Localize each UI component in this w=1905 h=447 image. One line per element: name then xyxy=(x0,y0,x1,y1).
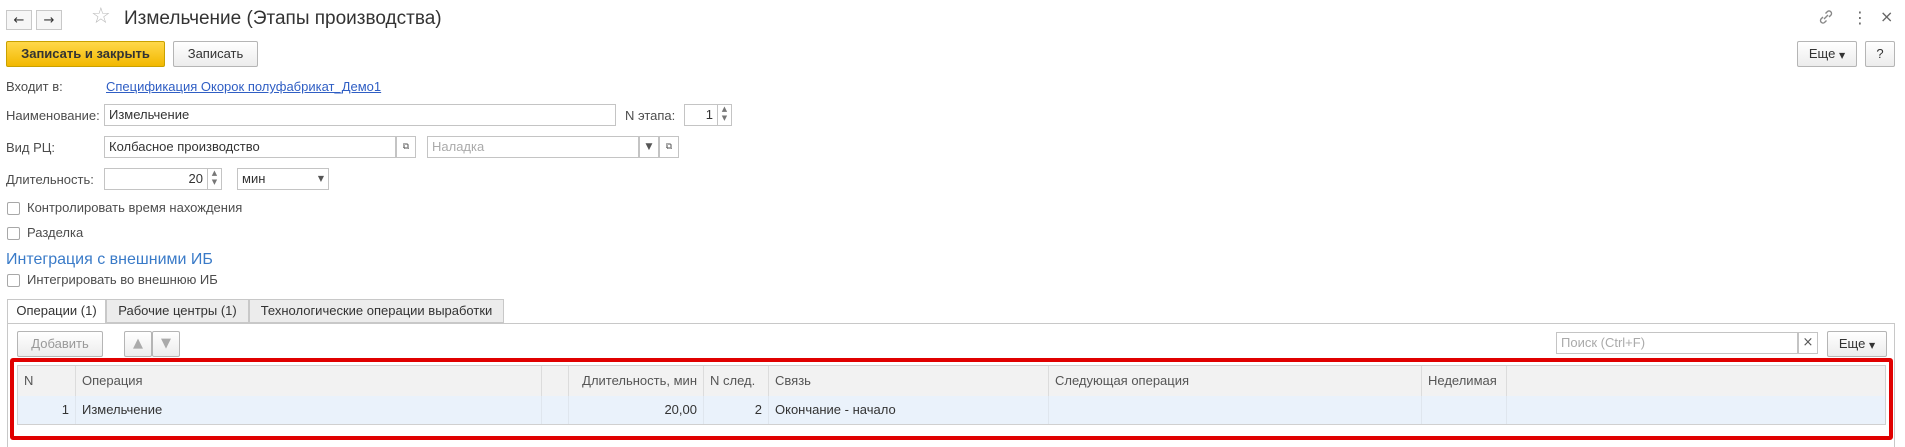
wc-type-input[interactable]: Колбасное производство xyxy=(104,136,396,158)
dropdown-arrow-icon: ▼ xyxy=(1838,51,1846,60)
back-button[interactable]: ← xyxy=(6,10,32,30)
part-of-label: Входит в: xyxy=(6,79,63,94)
dropdown-arrow-icon: ▼ xyxy=(1868,341,1876,350)
control-time-label: Контролировать время нахождения xyxy=(27,200,243,215)
spin-down-icon: ▼ xyxy=(211,178,218,186)
window-title: Измельчение (Этапы производства) xyxy=(124,8,442,29)
wc-type-open-button[interactable]: ⧉ xyxy=(396,136,416,158)
col-header-operation[interactable]: Операция xyxy=(76,366,542,396)
setup-placeholder: Наладка xyxy=(432,139,485,154)
spin-down-icon: ▼ xyxy=(721,114,728,122)
cell-link: Окончание - начало xyxy=(769,396,1049,424)
stage-number-label: N этапа: xyxy=(625,108,676,123)
save-and-close-button[interactable]: Записать и закрыть xyxy=(6,41,165,67)
integrate-label: Интегрировать во внешнюю ИБ xyxy=(27,272,218,287)
duration-label: Длительность: xyxy=(6,172,94,187)
table-more-button[interactable]: Еще ▼ xyxy=(1827,331,1887,357)
back-arrow-icon: ← xyxy=(13,13,25,28)
move-up-button[interactable]: ▲ xyxy=(124,331,152,357)
name-label: Наименование: xyxy=(6,108,100,123)
forward-arrow-icon: → xyxy=(43,13,55,28)
search-placeholder: Поиск (Ctrl+F) xyxy=(1561,335,1646,350)
name-input[interactable]: Измельчение xyxy=(104,104,616,126)
search-clear-button[interactable]: × xyxy=(1798,332,1818,354)
arrow-down-icon: ▼ xyxy=(161,336,171,351)
table-row[interactable]: 1 Измельчение 20,00 2 Окончание - начало xyxy=(18,396,1885,424)
duration-input[interactable]: 20 xyxy=(104,168,208,190)
setup-dropdown-button[interactable]: ▼ xyxy=(639,136,659,158)
clear-icon: × xyxy=(1802,335,1814,350)
cell-next-n: 2 xyxy=(704,396,769,424)
cutting-checkbox[interactable] xyxy=(7,227,20,240)
cutting-label: Разделка xyxy=(27,225,84,240)
tab-tech-operations[interactable]: Технологические операции выработки xyxy=(249,299,504,323)
table-more-label: Еще xyxy=(1838,336,1866,351)
cell-duration: 20,00 xyxy=(569,396,704,424)
forward-button[interactable]: → xyxy=(36,10,62,30)
move-down-button[interactable]: ▼ xyxy=(152,331,180,357)
setup-input[interactable]: Наладка xyxy=(427,136,639,158)
favorite-star-icon[interactable]: ☆ xyxy=(91,4,111,29)
spin-up-icon: ▲ xyxy=(721,105,728,113)
more-actions-button[interactable]: Еще ▼ xyxy=(1797,41,1857,67)
duration-unit-value: мин xyxy=(242,171,266,186)
more-menu-icon[interactable]: ⋮ xyxy=(1852,8,1868,27)
integrate-checkbox[interactable] xyxy=(7,274,20,287)
add-button[interactable]: Добавить xyxy=(17,331,103,357)
col-header-blank[interactable] xyxy=(542,366,569,396)
open-icon: ⧉ xyxy=(665,142,673,152)
cell-indivisible xyxy=(1422,396,1507,424)
col-header-next-n[interactable]: N след. xyxy=(704,366,769,396)
open-icon: ⧉ xyxy=(402,142,410,152)
tab-operations[interactable]: Операции (1) xyxy=(7,299,106,324)
arrow-up-icon: ▲ xyxy=(133,336,143,351)
setup-open-button[interactable]: ⧉ xyxy=(659,136,679,158)
col-header-indivisible[interactable]: Неделимая xyxy=(1422,366,1507,396)
link-icon[interactable] xyxy=(1817,8,1835,29)
col-header-n[interactable]: N xyxy=(18,366,76,396)
specification-link[interactable]: Спецификация Окорок полуфабрикат_Демо1 xyxy=(106,79,381,94)
stage-number-input[interactable]: 1 xyxy=(684,104,718,126)
stage-number-spinner[interactable]: ▲ ▼ xyxy=(718,104,732,126)
cell-n: 1 xyxy=(18,396,76,424)
duration-unit-select[interactable]: мин ▼ xyxy=(237,168,329,190)
col-header-next-operation[interactable]: Следующая операция xyxy=(1049,366,1422,396)
search-input[interactable]: Поиск (Ctrl+F) xyxy=(1556,332,1798,354)
table-header: N Операция Длительность, мин N след. Свя… xyxy=(18,366,1885,397)
more-actions-label: Еще xyxy=(1808,46,1836,61)
integration-heading: Интеграция с внешними ИБ xyxy=(6,251,213,268)
tab-work-centers[interactable]: Рабочие центры (1) xyxy=(106,299,249,323)
control-time-checkbox[interactable] xyxy=(7,202,20,215)
cell-next-operation xyxy=(1049,396,1422,424)
help-button[interactable]: ? xyxy=(1865,41,1895,67)
spin-up-icon: ▲ xyxy=(211,169,218,177)
save-button[interactable]: Записать xyxy=(173,41,258,67)
close-icon[interactable]: × xyxy=(1880,7,1893,26)
col-header-duration[interactable]: Длительность, мин xyxy=(569,366,704,396)
dropdown-arrow-icon: ▼ xyxy=(645,142,653,152)
dropdown-arrow-icon: ▼ xyxy=(317,174,324,183)
col-header-link[interactable]: Связь xyxy=(769,366,1049,396)
duration-spinner[interactable]: ▲ ▼ xyxy=(208,168,222,190)
wc-type-label: Вид РЦ: xyxy=(6,140,56,155)
cell-blank xyxy=(542,396,569,424)
operations-table[interactable]: N Операция Длительность, мин N след. Свя… xyxy=(17,365,1886,425)
cell-operation: Измельчение xyxy=(76,396,542,424)
